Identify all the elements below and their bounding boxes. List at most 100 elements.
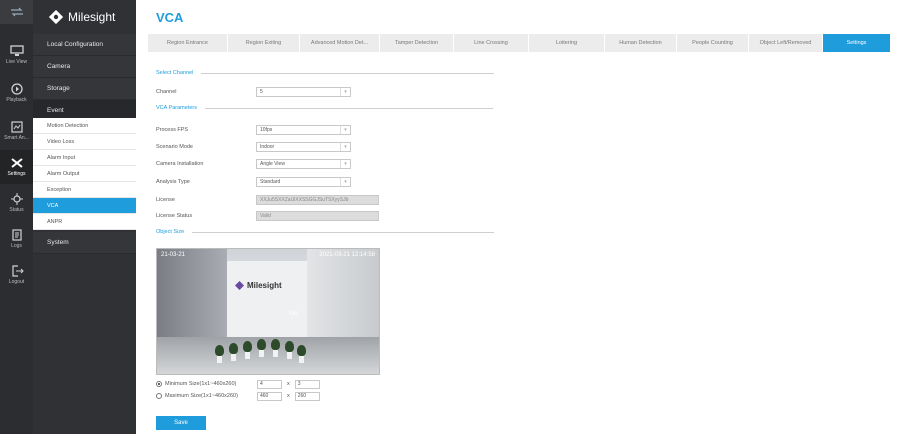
logs-icon <box>11 229 22 241</box>
plant <box>285 341 294 359</box>
save-button[interactable]: Save <box>156 416 206 430</box>
camera-installation-value: Angle View <box>260 160 285 167</box>
sidebar-subitem-motion-detection[interactable]: Motion Detection <box>33 118 136 134</box>
rail-status[interactable]: Status <box>0 186 33 220</box>
chevron-down-icon: ▾ <box>340 142 350 151</box>
preview-osd-left: 21-03-21 <box>161 252 186 258</box>
brand-name: Milesight <box>68 10 116 24</box>
camera-installation-label: Camera Installation <box>156 160 204 167</box>
preview-brand-logo: Milesight <box>235 281 282 290</box>
section-vca-parameters: VCA Parameters <box>156 105 493 111</box>
rail-label: Smart An... <box>4 135 29 141</box>
plant <box>215 345 224 363</box>
tab-people-counting[interactable]: People Counting <box>677 34 749 52</box>
rail-label: Logs <box>11 243 22 249</box>
chevron-down-icon: ▾ <box>340 159 350 168</box>
license-status-label: License Status <box>156 212 193 219</box>
min-size-row: Minimum Size(1x1~460x260) 4 x 3 <box>156 379 320 389</box>
status-icon <box>10 193 23 205</box>
sidebar-subitem-anpr[interactable]: ANPR <box>33 214 136 230</box>
milesight-logo-icon <box>235 281 244 290</box>
preview-osd-timestamp: 2021-03-21 12:14:58 <box>319 252 375 258</box>
sidebar-subitem-alarm-input[interactable]: Alarm Input <box>33 150 136 166</box>
plant <box>257 339 266 357</box>
process-fps-value: 10fps <box>260 126 273 133</box>
menu-toggle[interactable] <box>0 0 33 24</box>
license-row: License XXJu5SXXZaUlXXSSGGJSuTSXyySJb <box>156 194 379 205</box>
page-title: VCA <box>156 10 184 25</box>
license-status-row: License Status Valid <box>156 210 379 221</box>
rail-logs[interactable]: Logs <box>0 222 33 256</box>
section-title: Object Size <box>156 229 185 235</box>
min-width-input[interactable]: 4 <box>257 379 282 389</box>
process-fps-select[interactable]: 10fps ▾ <box>256 124 351 135</box>
scenario-mode-select[interactable]: Indoor ▾ <box>256 141 351 152</box>
sidebar-subitem-vca[interactable]: VCA <box>33 198 136 214</box>
channel-label: Channel <box>156 88 177 95</box>
milesight-logo-icon <box>49 10 63 24</box>
section-title: Select Channel <box>156 70 194 76</box>
rail-label: Status <box>9 207 24 213</box>
analysis-type-value: Standard <box>260 178 281 185</box>
analysis-type-select[interactable]: Standard ▾ <box>256 176 351 187</box>
logout-icon <box>11 265 24 277</box>
min-size-radio[interactable] <box>156 381 162 387</box>
license-label: License <box>156 196 175 203</box>
camera-preview[interactable]: Milesight 21-03-21 2021-03-21 12:14:58 M… <box>156 248 380 375</box>
section-title: VCA Parameters <box>156 105 197 111</box>
camera-installation-select[interactable]: Angle View ▾ <box>256 158 351 169</box>
tab-advanced-motion-detection[interactable]: Advanced Motion Det... <box>300 34 380 52</box>
rail-label: Logout <box>8 279 25 285</box>
rail-smart-analysis[interactable]: Smart An... <box>0 114 33 148</box>
section-divider <box>192 231 495 233</box>
scenario-mode-value: Indoor <box>260 143 275 150</box>
section-divider <box>204 107 493 109</box>
tab-tamper-detection[interactable]: Tamper Detection <box>380 34 454 52</box>
sidebar-item-storage[interactable]: Storage <box>33 78 136 100</box>
sidebar-subitem-exception[interactable]: Exception <box>33 182 136 198</box>
tab-region-entrance[interactable]: Region Entrance <box>148 34 228 52</box>
rail-label: Settings <box>7 171 26 177</box>
tab-object-left-removed[interactable]: Object Left/Removed <box>749 34 823 52</box>
vca-tabs: Region Entrance Region Exiting Advanced … <box>148 34 891 52</box>
brand-logo: Milesight <box>33 0 136 34</box>
playback-icon <box>10 83 23 95</box>
sidebar-subitem-video-loss[interactable]: Video Loss <box>33 134 136 150</box>
sidebar-item-camera[interactable]: Camera <box>33 56 136 78</box>
tab-loitering[interactable]: Loitering <box>529 34 605 52</box>
camera-installation-row: Camera Installation Angle View ▾ <box>156 158 351 169</box>
sidebar-item-system[interactable]: System <box>33 232 136 254</box>
section-divider <box>201 72 495 74</box>
icon-rail: Live View Playback Smart An... Settings … <box>0 0 33 434</box>
plant <box>243 341 252 359</box>
max-size-row: Maximum Size(1x1~460x260) 460 x 260 <box>156 391 320 401</box>
times-symbol: x <box>287 393 290 399</box>
tab-human-detection[interactable]: Human Detection <box>605 34 677 52</box>
rail-logout[interactable]: Logout <box>0 258 33 292</box>
monitor-icon <box>9 45 24 56</box>
rail-settings[interactable]: Settings <box>0 150 33 184</box>
tab-settings[interactable]: Settings <box>823 34 891 52</box>
sidebar-item-local-configuration[interactable]: Local Configuration <box>33 34 136 56</box>
rail-playback[interactable]: Playback <box>0 76 33 110</box>
min-height-input[interactable]: 3 <box>294 379 320 389</box>
channel-value: 5 <box>260 88 263 95</box>
analysis-type-label: Analysis Type <box>156 178 190 185</box>
rail-live-view[interactable]: Live View <box>0 38 33 72</box>
channel-select[interactable]: 5 ▾ <box>256 86 351 97</box>
plant <box>229 343 238 361</box>
license-field: XXJu5SXXZaUlXXSSGGJSuTSXyySJb <box>256 194 379 205</box>
sidebar-subitem-alarm-output[interactable]: Alarm Output <box>33 166 136 182</box>
tab-line-crossing[interactable]: Line Crossing <box>454 34 529 52</box>
rail-label: Live View <box>5 59 28 65</box>
max-size-radio[interactable] <box>156 393 162 399</box>
tab-region-exiting[interactable]: Region Exiting <box>228 34 300 52</box>
max-width-input[interactable]: 460 <box>257 391 282 401</box>
scenario-mode-row: Scenario Mode Indoor ▾ <box>156 141 351 152</box>
process-fps-row: Process FPS 10fps ▾ <box>156 124 351 135</box>
section-select-channel: Select Channel <box>156 70 495 76</box>
max-size-label: Maximum Size(1x1~460x260) <box>165 393 238 399</box>
times-symbol: x <box>287 381 290 387</box>
preview-brand-text: Milesight <box>247 281 282 290</box>
max-height-input[interactable]: 260 <box>294 391 320 401</box>
